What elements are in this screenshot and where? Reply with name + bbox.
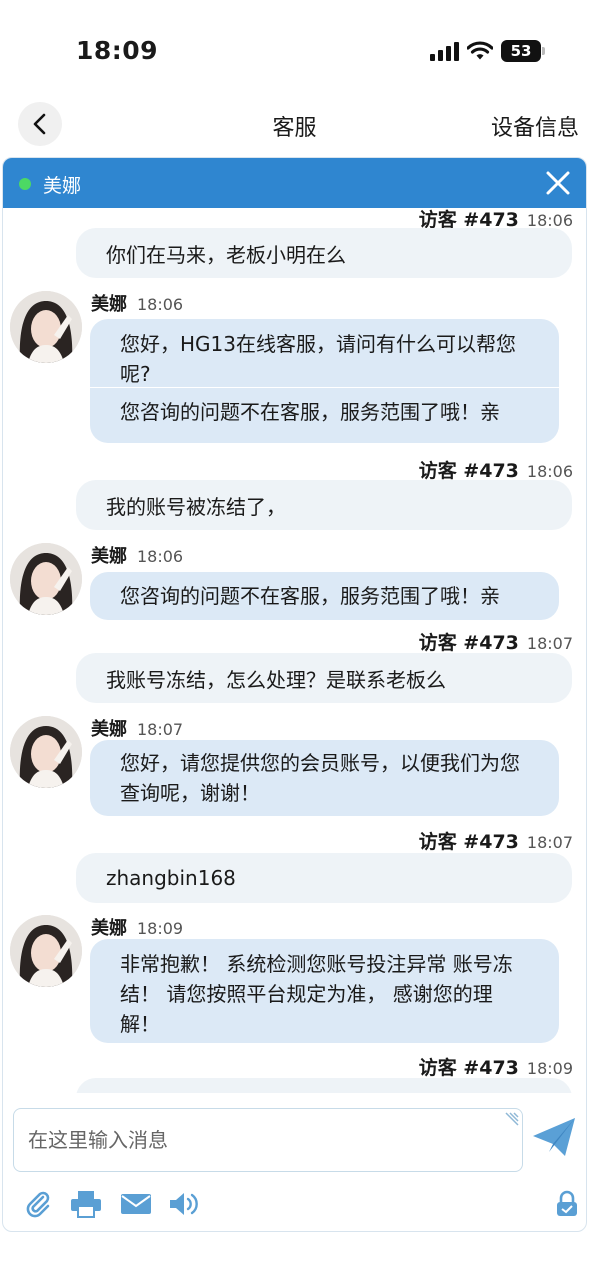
message-time: 18:06 — [526, 462, 573, 481]
agent-avatar — [10, 716, 82, 788]
top-nav: 客服 设备信息 — [0, 100, 589, 150]
resize-grip-icon[interactable] — [504, 1111, 520, 1127]
agent-message-name: 美娜 — [91, 719, 127, 740]
device-info-button[interactable]: 设备信息 — [491, 110, 579, 142]
attach-button[interactable] — [21, 1188, 55, 1220]
visitor-message: 我的账号被冻结了， — [76, 480, 572, 530]
message-time: 18:09 — [526, 1059, 573, 1078]
visitor-meta: 访客 #473 18:09 — [419, 1053, 573, 1080]
chat-panel: 美娜 访客 #473 18:06 你们在马来，老板小明在么 美娜 18:06 您… — [2, 157, 587, 1232]
message-time: 18:07 — [526, 833, 573, 852]
message-time: 18:07 — [526, 634, 573, 653]
secure-button[interactable] — [550, 1188, 584, 1220]
message-time: 18:06 — [137, 547, 184, 566]
message-composer — [13, 1108, 523, 1172]
visitor-name: 访客 #473 — [418, 1057, 519, 1079]
visitor-name: 访客 #473 — [418, 831, 519, 853]
visitor-message: 你们在马来，老板小明在么 — [76, 228, 572, 278]
agent-message: 您好，请您提供您的会员账号，以便我们为您查询呢，谢谢！ — [90, 740, 559, 816]
send-icon[interactable] — [531, 1114, 577, 1160]
agent-name: 美娜 — [43, 175, 82, 197]
agent-message-text: 您咨询的问题不在客服，服务范围了哦！亲 — [120, 400, 500, 424]
message-list[interactable]: 访客 #473 18:06 你们在马来，老板小明在么 美娜 18:06 您好，H… — [3, 208, 586, 1093]
agent-message-text: 您好，HG13在线客服，请问有什么可以帮您呢? — [120, 332, 516, 386]
close-icon[interactable] — [544, 169, 572, 197]
chat-header: 美娜 — [3, 158, 586, 208]
agent-message-name: 美娜 — [91, 294, 127, 315]
mail-icon — [121, 1194, 151, 1214]
agent-avatar — [10, 543, 82, 615]
visitor-message — [76, 1078, 572, 1093]
message-input[interactable] — [14, 1109, 522, 1171]
paperclip-icon — [26, 1191, 50, 1218]
status-icons: 53 — [430, 40, 545, 62]
composer-toolbar — [3, 1184, 586, 1224]
cellular-signal-icon — [430, 41, 459, 61]
lock-icon — [557, 1190, 577, 1216]
visitor-meta: 访客 #473 18:06 — [419, 456, 573, 483]
agent-meta: 美娜 18:07 — [91, 715, 183, 741]
agent-message-name: 美娜 — [91, 918, 127, 939]
sound-button[interactable] — [167, 1188, 201, 1220]
visitor-name: 访客 #473 — [418, 632, 519, 654]
print-button[interactable] — [69, 1188, 103, 1220]
message-time: 18:09 — [137, 919, 184, 938]
visitor-message: zhangbin168 — [76, 853, 572, 903]
message-time: 18:07 — [137, 720, 184, 739]
visitor-name: 访客 #473 — [418, 460, 519, 482]
wifi-icon — [467, 41, 493, 60]
agent-avatar — [10, 291, 82, 363]
visitor-meta: 访客 #473 18:07 — [419, 628, 573, 655]
speaker-icon — [170, 1193, 198, 1215]
agent-message: 非常抱歉！ 系统检测您账号投注异常 账号冻结！ 请您按照平台规定为准， 感谢您的… — [90, 939, 559, 1043]
status-time: 18:09 — [76, 36, 159, 65]
battery-indicator: 53 — [501, 40, 545, 62]
agent-message: 您好，HG13在线客服，请问有什么可以帮您呢? 您咨询的问题不在客服，服务范围了… — [90, 319, 559, 443]
agent-avatar — [10, 915, 82, 987]
visitor-meta: 访客 #473 18:07 — [419, 827, 573, 854]
status-bar: 18:09 53 — [0, 0, 589, 100]
printer-icon — [71, 1191, 101, 1218]
agent-meta: 美娜 18:06 — [91, 542, 183, 568]
agent-meta: 美娜 18:06 — [91, 290, 183, 316]
visitor-message: 我账号冻结，怎么处理？是联系老板么 — [76, 653, 572, 703]
agent-message: 您咨询的问题不在客服，服务范围了哦！亲 — [90, 572, 559, 620]
email-button[interactable] — [119, 1188, 153, 1220]
agent-message-name: 美娜 — [91, 546, 127, 567]
online-status-indicator — [19, 178, 31, 190]
agent-meta: 美娜 18:09 — [91, 914, 183, 940]
message-time: 18:06 — [137, 295, 184, 314]
